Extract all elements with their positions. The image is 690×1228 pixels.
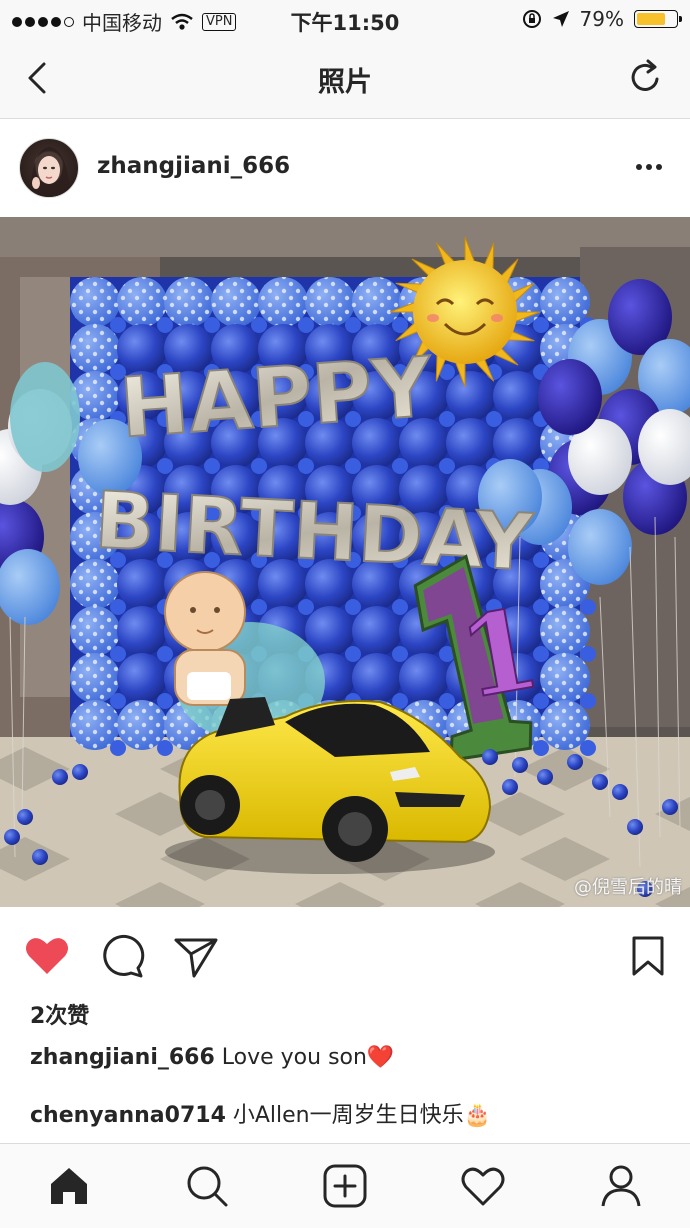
post-header: zhangjiani_666 [0,119,690,217]
bookmark-icon[interactable] [624,932,672,980]
comment-username[interactable]: chenyanna0714 [30,1103,226,1128]
refresh-icon[interactable] [626,58,666,98]
more-options-icon[interactable] [634,157,664,177]
battery-icon [634,10,682,28]
search-icon[interactable] [183,1162,231,1210]
battery-percent: 79% [579,7,624,31]
tab-bar [0,1143,690,1228]
avatar[interactable] [19,138,79,198]
caption-username[interactable]: zhangjiani_666 [30,1045,215,1070]
profile-icon[interactable] [597,1162,645,1210]
heart-icon[interactable] [459,1162,507,1210]
comment-text: 小Allen一周岁生日快乐🎂 [225,1103,492,1128]
caption-text: Love you son❤️ [214,1045,395,1070]
birthday-photo-illustration: HAPPY BIRTHDAY 1 [0,217,690,907]
post-photo[interactable]: HAPPY BIRTHDAY 1 @倪雪后的晴 [0,217,690,907]
location-arrow-icon [552,11,569,27]
share-icon[interactable] [172,932,220,980]
add-icon[interactable] [321,1162,369,1210]
comment-item: chenyanna0714 小Allen一周岁生日快乐🎂 [30,1097,491,1129]
watermark: @倪雪后的晴 [574,877,682,898]
post-actions [0,907,690,997]
likes-count[interactable]: 2次赞 [30,998,89,1030]
orientation-lock-icon [522,10,541,28]
post-username[interactable]: zhangjiani_666 [97,153,290,179]
status-bar: 中国移动 VPN 下午11:50 79% [0,0,690,40]
nav-bar: 照片 [0,40,690,119]
home-icon[interactable] [45,1162,93,1210]
page-title: 照片 [318,67,372,98]
like-heart-icon[interactable] [23,932,71,980]
post-caption: zhangjiani_666 Love you son❤️ [30,1045,394,1070]
comment-icon[interactable] [98,932,146,980]
